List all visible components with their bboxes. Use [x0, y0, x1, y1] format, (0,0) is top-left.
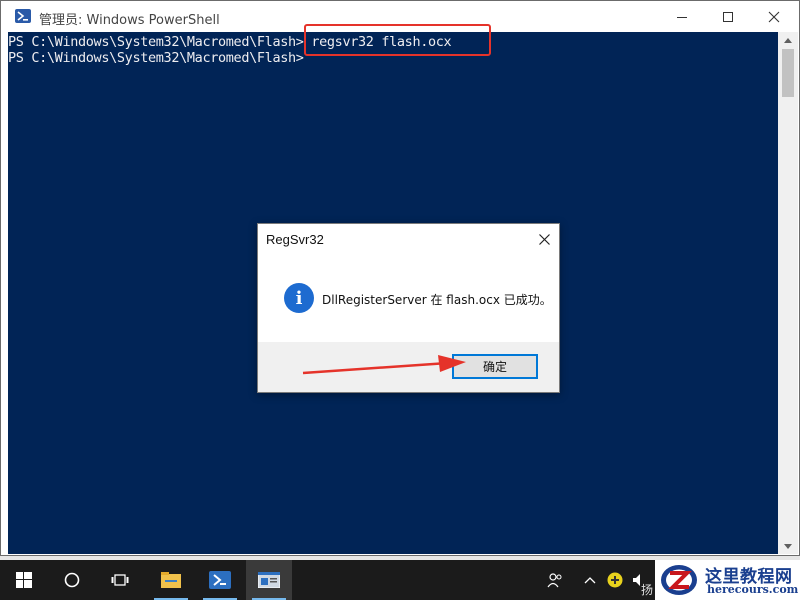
people-icon[interactable] [542, 560, 568, 600]
close-button[interactable] [751, 1, 797, 32]
app-window-icon[interactable] [246, 560, 292, 600]
command-highlight-box [304, 24, 491, 56]
maximize-button[interactable] [705, 1, 751, 32]
minimize-button[interactable] [659, 1, 705, 32]
watermark-logo-icon [661, 565, 697, 595]
watermark-url: herecours.com [707, 583, 799, 596]
plus-circle-icon[interactable] [604, 560, 626, 600]
task-view-icon[interactable] [96, 560, 144, 600]
start-icon[interactable] [0, 560, 48, 600]
scroll-thumb[interactable] [782, 49, 794, 97]
ok-button[interactable]: 确定 [452, 354, 538, 379]
powershell-app-icon [15, 9, 31, 23]
console-scrollbar[interactable] [778, 32, 798, 554]
powershell-icon[interactable] [197, 560, 243, 600]
regsvr32-dialog: RegSvr32 i DllRegisterServer 在 flash.ocx… [257, 223, 560, 393]
file-explorer-icon[interactable] [148, 560, 194, 600]
scroll-down-arrow-icon[interactable] [778, 538, 798, 554]
powershell-title: 管理员: Windows PowerShell [39, 13, 220, 28]
info-icon: i [284, 283, 314, 313]
scroll-up-arrow-icon[interactable] [778, 32, 798, 48]
watermark: 这里教程网 herecours.com [655, 560, 800, 600]
dialog-close-icon[interactable] [532, 228, 556, 250]
dialog-message: DllRegisterServer 在 flash.ocx 已成功。 [322, 293, 552, 307]
dialog-title: RegSvr32 [266, 232, 324, 247]
chevron-up-icon[interactable] [580, 560, 600, 600]
dialog-footer: 确定 [258, 342, 559, 392]
search-icon[interactable] [48, 560, 96, 600]
console-line-prompt: PS C:\Windows\System32\Macromed\Flash> [8, 50, 304, 66]
